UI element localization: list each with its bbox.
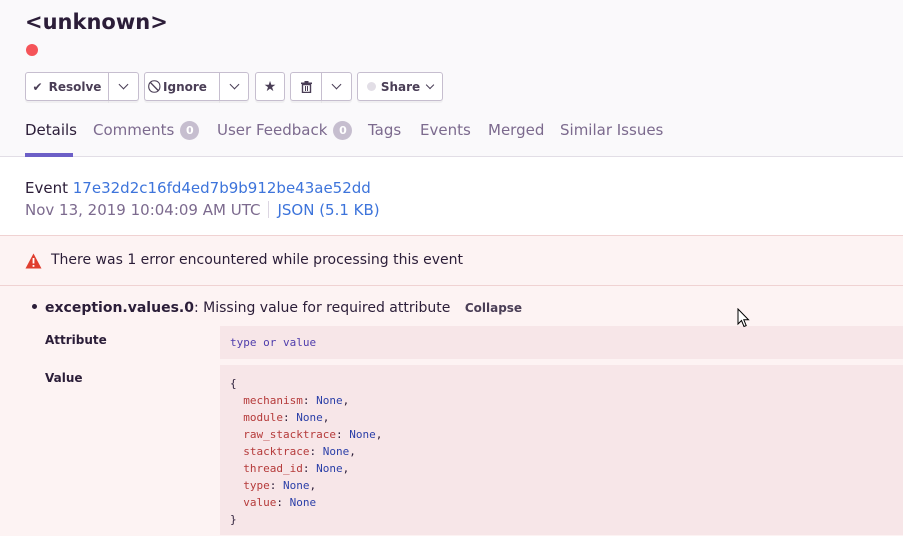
share-button[interactable]: Share (357, 72, 443, 101)
code-line: } (230, 511, 893, 528)
star-icon: ★ (263, 78, 277, 95)
delete-dropdown-button[interactable] (321, 72, 352, 101)
error-level-indicator (26, 44, 38, 56)
event-summary: Event 17e32d2c16fd4ed7b9b912be43ae52dd N… (25, 177, 380, 221)
code-line: { (230, 375, 893, 392)
code-punct: , (375, 428, 383, 441)
resolve-label: Resolve (48, 79, 102, 94)
code-value: None (316, 394, 343, 407)
count-badge: 0 (180, 121, 200, 140)
value-code-box: { mechanism: None, module: None, raw_sta… (220, 365, 903, 535)
error-attribute-path: exception.values.0 (45, 300, 194, 316)
divider (268, 201, 270, 218)
share-label: Share (380, 79, 421, 94)
code-value: None (322, 445, 350, 458)
tab-label: Similar Issues (560, 121, 664, 139)
code-punct: , (349, 445, 356, 458)
error-description: : Missing value for required attribute (193, 300, 451, 316)
code-key: module (243, 411, 283, 424)
code-punct: , (322, 411, 330, 424)
tab-tags[interactable]: Tags (368, 121, 401, 157)
json-link[interactable]: JSON (5.1 KB) (277, 201, 379, 219)
error-item: exception.values.0: Missing value for re… (32, 300, 522, 316)
tab-label: Events (420, 121, 471, 139)
code-brace: { (230, 377, 237, 390)
mouse-cursor-icon (737, 308, 750, 328)
code-line: type: None, (243, 479, 317, 492)
error-summary-text: There was 1 error encountered while proc… (51, 252, 463, 268)
ignore-dropdown-button[interactable] (219, 72, 249, 101)
code-value: None (316, 462, 343, 475)
code-line: thread_id: None, (243, 462, 350, 475)
tab-events[interactable]: Events (420, 121, 471, 157)
event-heading: Event 17e32d2c16fd4ed7b9b912be43ae52dd (25, 177, 380, 199)
chevron-down-icon (425, 80, 435, 90)
event-timestamp: Nov 13, 2019 10:04:09 AM UTC (25, 201, 261, 219)
code-key: stacktrace (243, 445, 310, 458)
code-line: raw_stacktrace: None, (243, 428, 383, 441)
attribute-value-box: type or value (220, 326, 903, 359)
event-prefix: Event (25, 179, 68, 197)
tab-label: Tags (368, 121, 402, 139)
chevron-down-icon (118, 79, 129, 90)
code-brace: } (230, 513, 237, 526)
code-punct: , (342, 462, 350, 475)
tab-user-feedback[interactable]: User Feedback 0 (217, 121, 353, 157)
tab-label: Merged (488, 121, 545, 139)
issue-header: <unknown> ✔ Resolve ⃠ Ignore ★ (0, 0, 903, 157)
count-badge: 0 (333, 121, 353, 140)
tab-comments[interactable]: Comments 0 (93, 121, 200, 157)
code-value: None (349, 428, 376, 441)
code-key: type (243, 479, 270, 492)
ignore-button[interactable]: ⃠ Ignore (144, 72, 220, 101)
code-value: None (283, 479, 310, 492)
code-value: None (296, 411, 323, 424)
resolve-button[interactable]: ✔ Resolve (25, 72, 109, 101)
code-key: raw_stacktrace (243, 428, 336, 441)
tab-label: Comments (93, 121, 175, 139)
tab-details[interactable]: Details (25, 121, 77, 157)
event-id-link[interactable]: 17e32d2c16fd4ed7b9b912be43ae52dd (73, 179, 371, 197)
code-key: thread_id (243, 462, 303, 475)
issue-title: <unknown> (25, 10, 168, 34)
share-status-icon (366, 82, 376, 91)
attribute-value: type or value (230, 336, 317, 349)
ignore-label: Ignore (163, 79, 207, 94)
event-errors-panel: There was 1 error encountered while proc… (0, 235, 903, 536)
chevron-down-icon (229, 79, 239, 90)
attribute-label: Attribute (45, 333, 107, 347)
code-value: None (289, 496, 317, 509)
code-key: mechanism (243, 394, 303, 407)
trash-icon (300, 80, 312, 93)
code-key: value (243, 496, 277, 509)
value-label: Value (45, 371, 83, 385)
resolve-dropdown-button[interactable] (108, 72, 139, 101)
collapse-button[interactable]: Collapse (465, 301, 522, 315)
tab-merged[interactable]: Merged (488, 121, 544, 157)
tab-label: Details (25, 121, 78, 139)
tab-label: User Feedback (217, 121, 328, 139)
code-line: value: None (243, 496, 317, 509)
chevron-down-icon (331, 79, 342, 90)
code-punct: , (342, 394, 350, 407)
warning-icon (25, 253, 42, 269)
code-line: mechanism: None, (243, 394, 350, 407)
event-errors-header[interactable]: There was 1 error encountered while proc… (0, 236, 903, 286)
code-line: stacktrace: None, (243, 445, 356, 458)
bullet (32, 304, 37, 309)
code-line: module: None, (243, 411, 330, 424)
code-punct: , (309, 479, 317, 492)
tab-similar-issues[interactable]: Similar Issues (560, 121, 663, 157)
checkmark-icon: ✔ (32, 79, 43, 94)
delete-button[interactable] (290, 72, 322, 101)
bookmark-button[interactable]: ★ (255, 72, 285, 101)
event-meta: Nov 13, 2019 10:04:09 AM UTC JSON (5.1 KB… (25, 199, 380, 221)
